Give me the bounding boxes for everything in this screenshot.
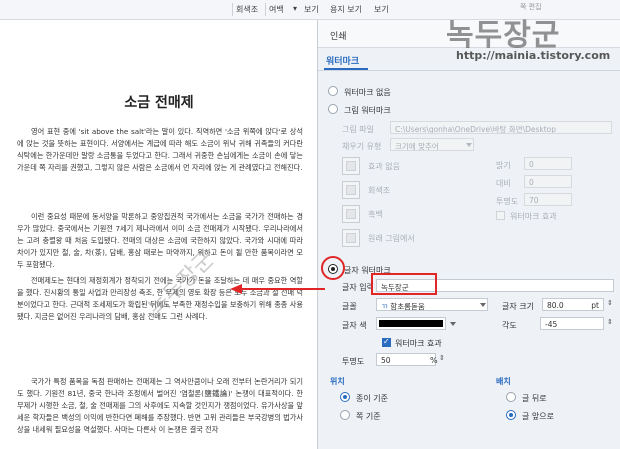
stepper-icon[interactable]: ⇕	[439, 354, 445, 362]
document-paragraph: 국가가 특정 품목을 독점 판매하는 전매제는 그 역사만큼이나 오래 전부터 …	[17, 376, 303, 449]
paragraph-text: 이런 중요성 때문에 동서양을 막론하고 중앙집권적 국가에서는 소금을 국가가…	[17, 212, 303, 270]
red-arrow-icon	[230, 284, 325, 294]
text-transparency-label: 투명도	[342, 357, 365, 366]
radio-no-watermark[interactable]	[328, 86, 338, 96]
behind-text-label: 글 뒤로	[522, 394, 547, 403]
angle-label: 각도	[502, 321, 517, 330]
document-title: 소금 전매제	[124, 95, 194, 111]
radio-position-paper[interactable]	[340, 392, 350, 402]
toolbar-paper-view[interactable]: 용지 보기	[330, 4, 362, 15]
picture-file-label: 그림 파일	[342, 125, 374, 134]
image-icon	[346, 161, 356, 171]
font-size-label: 글자 크기	[502, 302, 534, 311]
font-size-unit: pt	[591, 301, 599, 310]
angle-field[interactable]: -45	[540, 317, 604, 330]
effect-none-label: 효과 없음	[368, 162, 400, 171]
brightness-label: 밝기	[496, 161, 511, 170]
no-watermark-label: 워터마크 없음	[344, 88, 391, 97]
toolbar-separator	[232, 3, 233, 16]
transparency-label: 투명도	[496, 197, 519, 206]
stepper-icon[interactable]: ⇕	[607, 299, 613, 307]
font-value: 함초롬돋움	[390, 302, 425, 311]
radio-picture-watermark[interactable]	[328, 104, 338, 114]
image-icon	[346, 209, 356, 219]
font-type-icon: ㄲ	[381, 302, 388, 311]
font-label: 글꼴	[342, 302, 357, 311]
toolbar-view-2[interactable]: 보기	[374, 4, 389, 15]
paragraph-text: 국가가 특정 품목을 독점 판매하는 전매제는 그 역사만큼이나 오래 전부터 …	[17, 377, 303, 435]
effect-original-thumb[interactable]	[342, 229, 360, 247]
position-paper-label: 종이 기준	[356, 394, 388, 403]
toolbar-margin[interactable]: 여백	[269, 4, 284, 15]
picture-watermark-effect-label: 워터마크 효과	[510, 212, 557, 221]
contrast-label: 대비	[496, 179, 511, 188]
highlight-box	[371, 273, 437, 295]
image-icon	[346, 185, 356, 195]
print-dialog: 인쇄 워터마크 워터마크 없음 그림 워터마크 그림 파일 C:\Users\g…	[318, 20, 620, 449]
fill-type-label: 채우기 유형	[342, 142, 382, 151]
effect-none-thumb[interactable]	[342, 157, 360, 175]
chevron-down-icon	[480, 303, 486, 307]
text-color-label: 글자 색	[342, 321, 367, 330]
document-paragraph: 이런 중요성 때문에 동서양을 막론하고 중앙집권적 국가에서는 소금을 국가가…	[17, 211, 303, 271]
text-watermark-effect-checkbox[interactable]	[382, 337, 391, 347]
transparency-unit: %	[430, 356, 438, 365]
font-select[interactable]: ㄲ 함초롬돋움	[376, 298, 488, 311]
highlight-circle	[321, 256, 345, 280]
chevron-down-icon[interactable]: ▾	[293, 4, 297, 13]
in-front-text-label: 글 앞으로	[522, 412, 554, 421]
picture-watermark-label: 그림 워터마크	[344, 106, 391, 115]
radio-position-page[interactable]	[340, 410, 350, 420]
color-swatch	[379, 320, 443, 327]
tab-divider	[318, 70, 620, 71]
effect-gray-label: 회색조	[368, 186, 391, 195]
chevron-down-icon	[466, 143, 472, 147]
effect-bw-thumb[interactable]	[342, 205, 360, 223]
text-transparency-field[interactable]: 50	[376, 353, 436, 366]
brightness-field[interactable]: 0	[524, 157, 572, 170]
toolbar-separator	[265, 3, 266, 16]
arrangement-section-title: 배치	[496, 377, 511, 386]
fill-type-select[interactable]: 크기에 맞추어	[390, 138, 474, 151]
radio-behind-text[interactable]	[506, 392, 516, 402]
picture-transparency-field[interactable]: 70	[524, 193, 572, 206]
brand-logo: 녹두장군	[446, 18, 561, 53]
image-icon	[346, 233, 356, 243]
font-size-field[interactable]: 80.0 pt	[542, 298, 604, 311]
radio-in-front-text[interactable]	[506, 410, 516, 420]
effect-original-label: 원래 그림에서	[368, 234, 415, 243]
picture-file-field[interactable]: C:\Users\gonha\OneDrive\바탕 화면\Desktop	[390, 121, 612, 134]
chevron-down-icon	[450, 322, 456, 326]
toolbar-grayscale[interactable]: 회색조	[236, 4, 258, 15]
brand-url: http://mainia.tistory.com	[456, 49, 611, 62]
contrast-field[interactable]: 0	[524, 175, 572, 188]
dialog-title: 인쇄	[330, 32, 347, 42]
document-paragraph: 영어 표현 중에 'sit above the salt'라는 말이 있다. 직…	[17, 126, 303, 174]
position-section-title: 위치	[330, 377, 345, 386]
position-page-label: 쪽 기준	[356, 412, 381, 421]
font-size-value: 80.0	[547, 301, 564, 310]
effect-gray-thumb[interactable]	[342, 181, 360, 199]
text-input-label: 글자 입력	[342, 283, 374, 292]
effect-bw-label: 흑백	[368, 210, 383, 219]
picture-watermark-effect-checkbox[interactable]	[496, 211, 505, 220]
text-watermark-effect-label: 워터마크 효과	[395, 339, 442, 348]
toolbar-view[interactable]: 보기	[304, 4, 319, 15]
paragraph-text: 영어 표현 중에 'sit above the salt'라는 말이 있다. 직…	[17, 127, 303, 173]
text-color-picker[interactable]	[376, 317, 446, 330]
tab-watermark[interactable]: 워터마크	[326, 54, 359, 67]
stepper-icon[interactable]: ⇕	[607, 318, 613, 326]
